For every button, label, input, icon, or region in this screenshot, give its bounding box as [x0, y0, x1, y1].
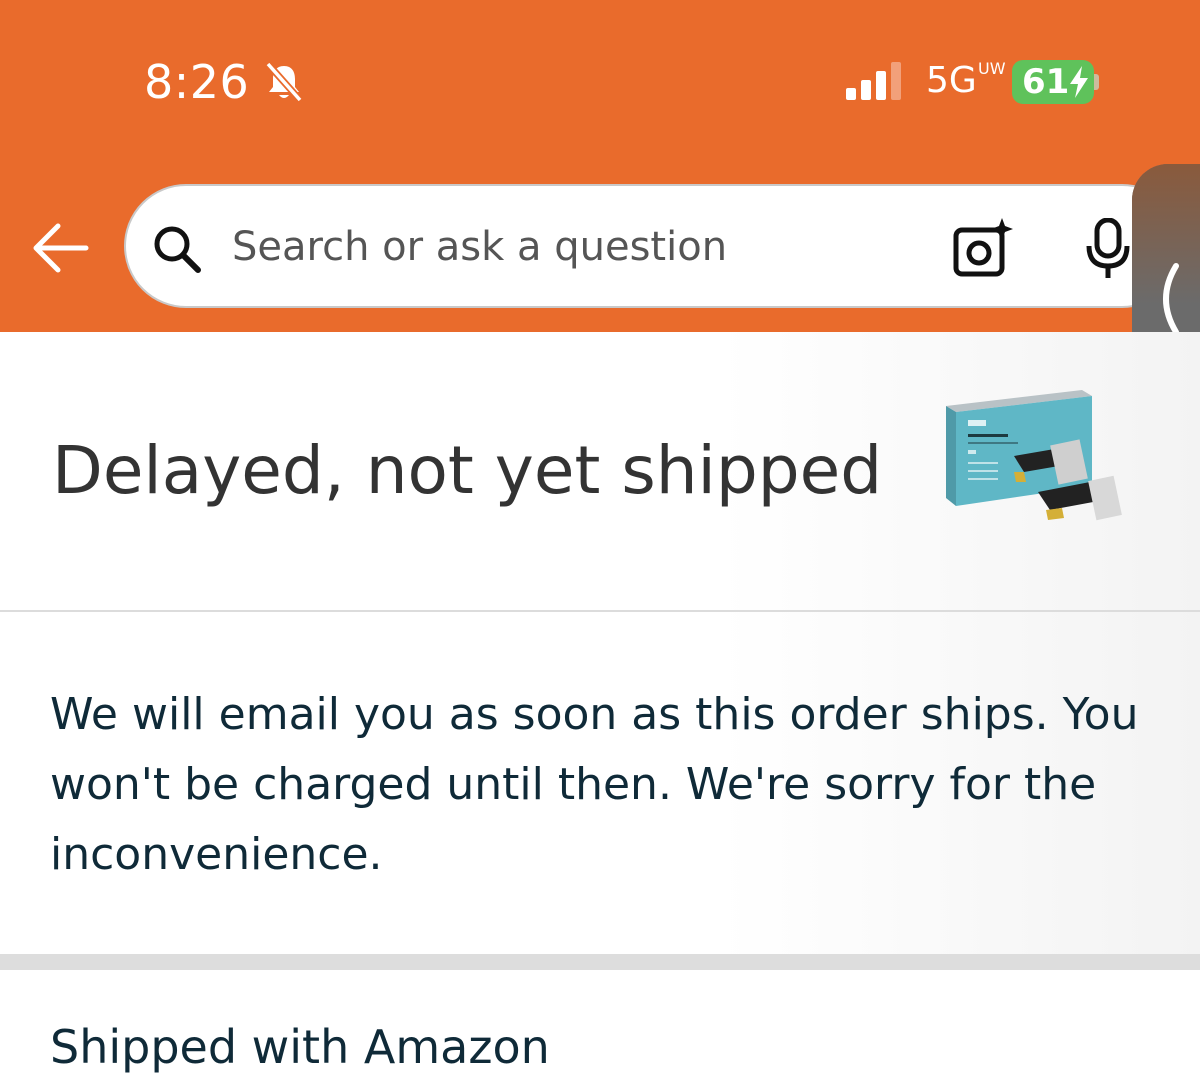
microphone-icon[interactable] — [1084, 218, 1132, 280]
order-status-section: Delayed, not yet shipped — [0, 332, 1200, 610]
search-bar[interactable] — [124, 184, 1184, 308]
app-header: 8:26 5G UW 61 — [0, 0, 1200, 332]
chevron-left-icon — [1163, 263, 1179, 335]
search-icon — [154, 226, 201, 273]
status-time: 8:26 — [144, 55, 250, 109]
delay-message-section: We will email you as soon as this order … — [0, 612, 1200, 954]
section-divider-thick — [0, 954, 1200, 970]
battery-tip — [1094, 74, 1099, 90]
shipped-with-heading: Shipped with Amazon — [50, 1020, 550, 1074]
battery-level: 61 — [1022, 62, 1070, 102]
network-sup-label: UW — [978, 59, 1006, 78]
signal-icon — [846, 62, 901, 100]
search-input[interactable] — [230, 214, 934, 280]
product-image[interactable] — [942, 386, 1122, 542]
network-label: 5G — [926, 60, 977, 101]
order-status-title: Delayed, not yet shipped — [52, 432, 883, 509]
charging-bolt-icon — [1070, 66, 1088, 98]
delay-message: We will email you as soon as this order … — [50, 689, 1139, 880]
bell-muted-icon — [265, 61, 303, 103]
battery-indicator: 61 — [1012, 60, 1094, 104]
back-arrow-icon[interactable] — [30, 222, 92, 274]
camera-icon[interactable] — [952, 218, 1014, 280]
